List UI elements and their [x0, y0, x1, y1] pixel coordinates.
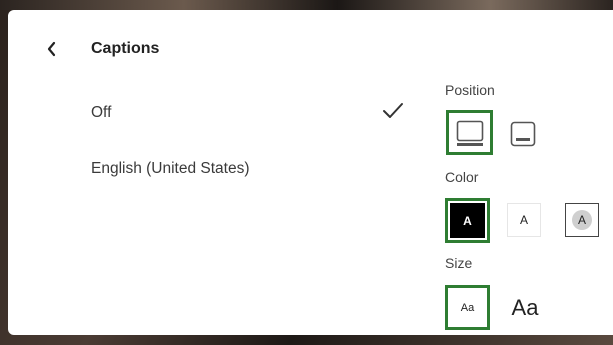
color-black-on-white-button[interactable]: A: [507, 203, 541, 237]
color-sample-gray: A: [572, 210, 592, 230]
caption-option-off[interactable]: Off: [91, 104, 111, 122]
size-small-button[interactable]: Aa: [445, 285, 490, 330]
size-large-button[interactable]: Aa: [505, 290, 545, 326]
caption-bottom-icon: [456, 120, 483, 146]
color-white-on-black-button[interactable]: A: [445, 198, 490, 243]
color-black-on-gray-button[interactable]: A: [565, 203, 599, 237]
chevron-left-icon: [47, 41, 56, 57]
size-label: Size: [445, 255, 473, 271]
position-bottom-button[interactable]: [446, 110, 493, 155]
caption-option-english[interactable]: English (United States): [91, 160, 250, 178]
color-sample-black: A: [450, 203, 485, 238]
position-top-button[interactable]: [505, 116, 541, 152]
back-button[interactable]: [43, 38, 61, 60]
checkmark-icon: [383, 103, 403, 118]
video-top-strip: [0, 0, 613, 10]
position-label: Position: [445, 82, 495, 98]
captions-menu-panel: Captions Off English (United States) Pos…: [8, 10, 613, 335]
caption-top-icon: [510, 121, 536, 147]
menu-title: Captions: [91, 40, 160, 57]
color-label: Color: [445, 169, 479, 185]
